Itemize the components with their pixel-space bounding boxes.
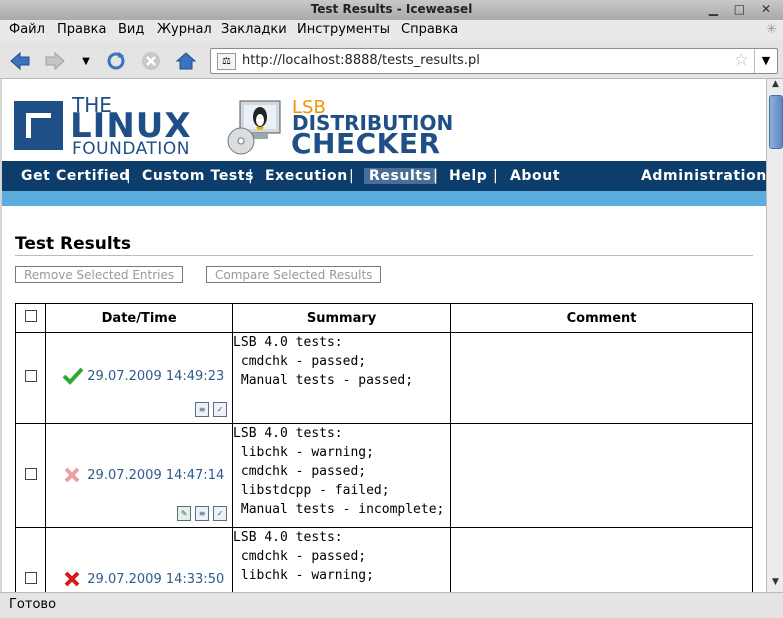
header-comment: Comment: [450, 303, 753, 333]
row-select-cell: [14, 332, 47, 424]
nav-separator: |: [433, 168, 438, 184]
report-icon[interactable]: ≡: [195, 402, 210, 417]
throbber-icon: ✳: [766, 22, 777, 37]
status-text: Готово: [9, 597, 57, 612]
url-dropdown-icon[interactable]: ▼: [754, 49, 777, 73]
result-date-link[interactable]: 29.07.2009 14:49:23: [87, 369, 224, 384]
nav-separator: |: [126, 168, 131, 184]
back-arrow-icon[interactable]: [9, 50, 31, 72]
navigation-toolbar: ▼ ⚖ http://localhost:8888/tests_results.…: [0, 41, 783, 79]
logo-linux: LINUX: [70, 106, 192, 146]
bookmark-star-icon[interactable]: ☆: [734, 50, 749, 70]
result-date-link[interactable]: 29.07.2009 14:47:14: [87, 468, 224, 483]
menu-history[interactable]: Журнал: [157, 22, 212, 37]
row-actions: ≡ ✓: [195, 402, 228, 417]
scroll-up-icon[interactable]: ▲: [767, 79, 783, 94]
date-cell: 29.07.2009 14:47:14 ✎ ≡ ✓: [45, 423, 234, 528]
scroll-down-icon[interactable]: ▼: [767, 577, 783, 592]
window-title: Test Results - Iceweasel: [310, 2, 473, 16]
row-select-cell: [14, 527, 47, 592]
sub-nav-bar: [2, 191, 766, 206]
table-row: 29.07.2009 14:47:14 ✎ ≡ ✓ LSB 4.0 tests:…: [14, 423, 753, 528]
date-cell: 29.07.2009 14:49:23 ≡ ✓: [45, 332, 234, 424]
site-identity-icon[interactable]: ⚖: [217, 53, 236, 70]
nav-execution[interactable]: Execution: [265, 168, 348, 184]
stop-icon[interactable]: [140, 50, 162, 72]
results-table: Date/Time Summary Comment 29.07.2009 14:…: [14, 303, 753, 592]
checklist-icon[interactable]: ✓: [213, 402, 228, 417]
checklist-icon[interactable]: ✓: [213, 506, 228, 521]
row-select-cell: [14, 423, 47, 528]
menu-file[interactable]: Файл: [9, 22, 45, 37]
nav-separator: |: [248, 168, 253, 184]
select-all-header: [14, 303, 47, 333]
logo-foundation: FOUNDATION: [72, 139, 190, 159]
reload-icon[interactable]: [105, 50, 127, 72]
menu-bar: Файл Правка Вид Журнал Закладки Инструме…: [0, 20, 783, 41]
window-titlebar: Test Results - Iceweasel ▁ □ ✕: [0, 0, 783, 21]
tux-computer-icon: [226, 97, 286, 155]
home-icon[interactable]: [175, 50, 197, 72]
forward-arrow-icon[interactable]: [44, 50, 66, 72]
logo-checker: CHECKER: [291, 127, 441, 160]
url-bar[interactable]: ⚖ http://localhost:8888/tests_results.pl…: [210, 48, 778, 74]
comment-cell: [450, 332, 753, 424]
status-bar: Готово: [0, 592, 783, 618]
menu-help[interactable]: Справка: [401, 22, 458, 37]
url-input[interactable]: http://localhost:8888/tests_results.pl: [242, 53, 480, 68]
summary-cell: LSB 4.0 tests: cmdchk - passed; libchk -…: [232, 527, 452, 592]
nav-get-certified[interactable]: Get Certified: [21, 168, 130, 184]
comment-cell: [450, 527, 753, 592]
select-all-checkbox[interactable]: [24, 310, 37, 322]
summary-cell: LSB 4.0 tests: libchk - warning; cmdchk …: [232, 423, 452, 528]
menu-edit[interactable]: Правка: [57, 22, 106, 37]
summary-cell: LSB 4.0 tests: cmdchk - passed; Manual t…: [232, 332, 452, 424]
history-dropdown-icon[interactable]: ▼: [75, 50, 97, 72]
table-row: 29.07.2009 14:33:50 LSB 4.0 tests: cmdch…: [14, 527, 753, 592]
linux-foundation-logo-icon: [14, 101, 63, 150]
nav-help[interactable]: Help: [449, 168, 487, 184]
window-buttons[interactable]: ▁ □ ✕: [709, 2, 777, 16]
web-content: THE LINUX FOUNDATION LSB DISTRIBUTION CH…: [2, 79, 766, 592]
nav-custom-tests[interactable]: Custom Tests: [142, 168, 254, 184]
nav-separator: |: [493, 168, 498, 184]
scroll-thumb[interactable]: [769, 95, 783, 149]
nav-separator: |: [349, 168, 354, 184]
passed-check-icon: [62, 367, 84, 387]
menu-view[interactable]: Вид: [118, 22, 144, 37]
warning-cross-icon: [63, 466, 83, 486]
row-checkbox[interactable]: [24, 370, 37, 382]
report-icon[interactable]: ≡: [195, 506, 210, 521]
compare-selected-button[interactable]: Compare Selected Results: [206, 266, 382, 283]
certify-icon[interactable]: ✎: [177, 506, 192, 521]
site-nav: Get Certified | Custom Tests | Execution…: [2, 161, 766, 191]
failed-cross-icon: [63, 570, 83, 590]
menu-bookmarks[interactable]: Закладки: [221, 22, 287, 37]
menu-tools[interactable]: Инструменты: [297, 22, 390, 37]
date-cell: 29.07.2009 14:33:50: [45, 527, 234, 592]
result-date-link[interactable]: 29.07.2009 14:33:50: [87, 572, 224, 587]
page-title: Test Results: [15, 234, 131, 254]
remove-selected-button[interactable]: Remove Selected Entries: [15, 266, 184, 283]
header-logos: THE LINUX FOUNDATION LSB DISTRIBUTION CH…: [2, 79, 766, 161]
nav-administration[interactable]: Administration: [641, 168, 766, 184]
header-datetime: Date/Time: [45, 303, 234, 333]
header-summary: Summary: [232, 303, 452, 333]
nav-results[interactable]: Results: [364, 168, 437, 184]
row-checkbox[interactable]: [24, 467, 37, 480]
title-divider: [15, 255, 753, 256]
vertical-scrollbar[interactable]: ▲ ▼: [766, 79, 783, 592]
table-header-row: Date/Time Summary Comment: [14, 303, 753, 333]
comment-cell: [450, 423, 753, 528]
table-row: 29.07.2009 14:49:23 ≡ ✓ LSB 4.0 tests: c…: [14, 332, 753, 424]
row-checkbox[interactable]: [24, 571, 37, 584]
nav-about[interactable]: About: [510, 168, 560, 184]
row-actions: ✎ ≡ ✓: [177, 506, 228, 521]
